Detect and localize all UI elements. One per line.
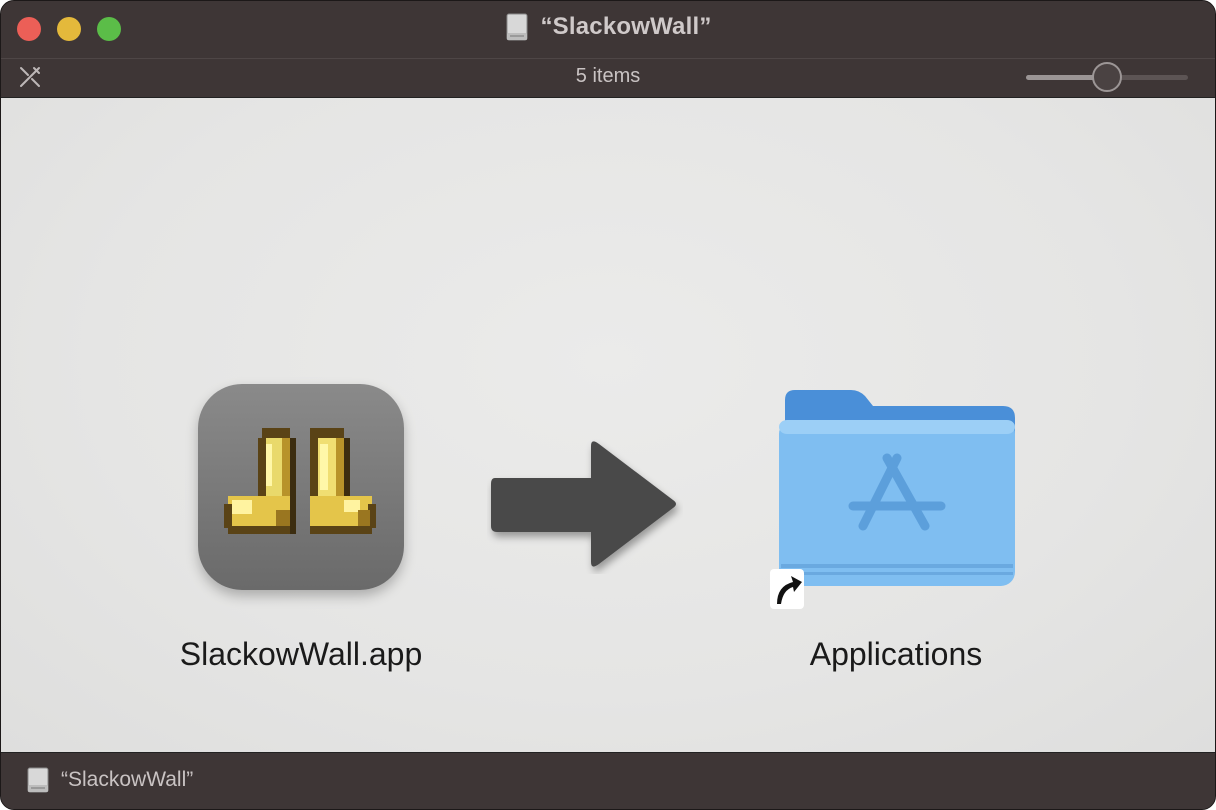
title-bar[interactable]: “SlackowWall” 5 items — [1, 1, 1215, 98]
path-bar-location[interactable]: “SlackowWall” — [61, 768, 193, 792]
slider-thumb[interactable] — [1092, 62, 1122, 92]
disk-image-content: SlackowWall.app Applications — [1, 98, 1215, 754]
window-title: “SlackowWall” — [540, 13, 712, 40]
golden-boots-icon — [224, 428, 376, 534]
drag-arrow-icon — [491, 441, 676, 567]
slackowwall-app-icon[interactable] — [198, 384, 404, 590]
disk-image-icon — [506, 13, 528, 41]
item-label-app[interactable]: SlackowWall.app — [151, 636, 451, 673]
finder-window: “SlackowWall” 5 items SlackowWall.app Ap… — [0, 0, 1216, 810]
icon-size-slider[interactable] — [1026, 61, 1188, 93]
title-divider — [1, 58, 1215, 59]
applications-folder-icon[interactable] — [777, 388, 1017, 588]
window-title-group: “SlackowWall” — [1, 13, 1215, 41]
alias-arrow-icon — [770, 569, 804, 609]
item-label-applications[interactable]: Applications — [746, 636, 1046, 673]
disk-image-icon — [27, 767, 49, 793]
path-bar: “SlackowWall” — [1, 752, 1215, 809]
